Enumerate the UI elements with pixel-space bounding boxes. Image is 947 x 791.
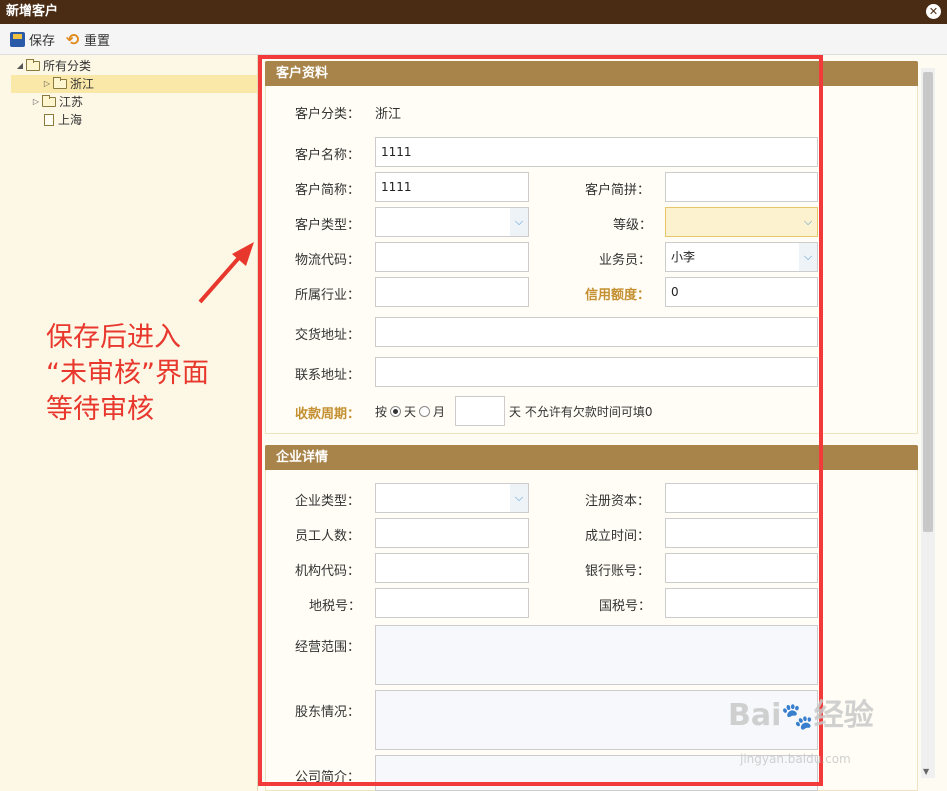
save-button[interactable]: 保存 bbox=[10, 30, 55, 49]
delivery-address-label: 交货地址： bbox=[295, 328, 361, 343]
annotation-text: 保存后进入 “未审核”界面 等待审核 bbox=[46, 320, 209, 428]
short-name-label: 客户简称： bbox=[295, 183, 361, 198]
chevron-down-icon[interactable]: ⌵ bbox=[799, 208, 817, 236]
short-name-input[interactable]: 1111 bbox=[375, 172, 529, 202]
local-tax-label: 地税号： bbox=[309, 599, 362, 614]
chevron-down-icon[interactable]: ⌵ bbox=[510, 208, 528, 236]
level-select[interactable]: ⌵ bbox=[665, 207, 818, 237]
folder-icon bbox=[53, 77, 67, 89]
annotation-line: 等待审核 bbox=[46, 394, 154, 425]
watermark-url: jingyan.baidu.com bbox=[740, 752, 851, 766]
shareholder-label: 股东情况： bbox=[295, 705, 361, 720]
capital-input[interactable] bbox=[665, 483, 818, 513]
annotation-arrow-icon bbox=[198, 242, 254, 304]
period-month-text: 月 bbox=[433, 405, 446, 419]
chevron-down-icon[interactable]: ⌵ bbox=[510, 484, 528, 512]
local-tax-input[interactable] bbox=[375, 588, 529, 618]
salesman-value: 小李 bbox=[671, 250, 696, 264]
baidu-watermark: Bai🐾经验 bbox=[728, 690, 874, 734]
close-icon[interactable]: ✕ bbox=[926, 4, 941, 19]
capital-label: 注册资本： bbox=[585, 494, 651, 509]
refresh-icon: ⟲ bbox=[65, 29, 80, 49]
period-month-radio[interactable] bbox=[419, 406, 431, 417]
staff-label: 员工人数： bbox=[295, 529, 361, 544]
form-scrollbar[interactable]: ▼ bbox=[921, 68, 935, 778]
folder-icon bbox=[26, 59, 40, 71]
scroll-down-icon[interactable]: ▼ bbox=[923, 767, 929, 776]
customer-type-select[interactable]: ⌵ bbox=[375, 207, 529, 237]
tree-item-shanghai[interactable]: 上海 bbox=[0, 111, 257, 129]
delivery-address-input[interactable] bbox=[375, 317, 818, 347]
toolbar: 保存 ⟲ 重置 bbox=[0, 24, 947, 55]
save-label: 保存 bbox=[29, 33, 56, 49]
enterprise-type-select[interactable]: ⌵ bbox=[375, 483, 529, 513]
period-hint: 天 不允许有欠款时间可填0 bbox=[509, 405, 653, 419]
salesman-select[interactable]: 小李 ⌵ bbox=[665, 242, 818, 272]
form-panel: 客户资料 客户分类： 浙江 客户名称： 1111 客户简称： 1111 客户简拼… bbox=[259, 55, 947, 791]
window-titlebar: 新增客户 ✕ bbox=[0, 0, 947, 24]
enterprise-section-title: 企业详情 bbox=[265, 445, 918, 470]
contact-address-label: 联系地址： bbox=[295, 368, 361, 383]
name-label: 客户名称： bbox=[295, 148, 361, 163]
collapse-icon[interactable]: ◢ bbox=[14, 57, 26, 75]
org-code-label: 机构代码： bbox=[295, 564, 361, 579]
scroll-thumb[interactable] bbox=[923, 72, 933, 532]
period-input[interactable] bbox=[455, 396, 505, 426]
bank-account-label: 银行账号： bbox=[585, 564, 651, 579]
org-code-input[interactable] bbox=[375, 553, 529, 583]
staff-input[interactable] bbox=[375, 518, 529, 548]
reset-button[interactable]: ⟲ 重置 bbox=[65, 30, 110, 49]
annotation-line: “未审核”界面 bbox=[46, 358, 209, 389]
scope-label: 经营范围： bbox=[295, 640, 361, 655]
tree-item-label: 浙江 bbox=[70, 77, 95, 91]
founded-input[interactable] bbox=[665, 518, 818, 548]
type-label: 客户类型： bbox=[295, 218, 361, 233]
period-day-radio[interactable] bbox=[390, 406, 402, 417]
tree-item-zhejiang[interactable]: ▷ 浙江 bbox=[11, 75, 257, 93]
period-options: 按天月 bbox=[375, 403, 445, 420]
period-label: 收款周期： bbox=[295, 407, 361, 422]
paw-icon: 🐾 bbox=[781, 702, 814, 732]
pinyin-input[interactable] bbox=[665, 172, 818, 202]
scope-textarea[interactable] bbox=[375, 625, 818, 685]
name-input[interactable]: 1111 bbox=[375, 137, 818, 167]
industry-label: 所属行业： bbox=[295, 288, 361, 303]
industry-input[interactable] bbox=[375, 277, 529, 307]
logistics-label: 物流代码： bbox=[295, 253, 361, 268]
logistics-input[interactable] bbox=[375, 242, 529, 272]
period-by-text: 按 bbox=[375, 405, 388, 419]
expand-icon[interactable]: ▷ bbox=[30, 93, 42, 111]
category-label: 客户分类： bbox=[295, 107, 361, 122]
save-icon bbox=[10, 31, 25, 47]
founded-label: 成立时间： bbox=[585, 529, 651, 544]
reset-label: 重置 bbox=[84, 33, 111, 49]
category-value: 浙江 bbox=[375, 107, 402, 122]
document-icon bbox=[44, 114, 54, 126]
enterprise-type-label: 企业类型： bbox=[295, 494, 361, 509]
pinyin-label: 客户简拼： bbox=[585, 183, 651, 198]
national-tax-input[interactable] bbox=[665, 588, 818, 618]
bank-account-input[interactable] bbox=[665, 553, 818, 583]
tree-item-label: 江苏 bbox=[59, 95, 84, 109]
customer-section-title: 客户资料 bbox=[265, 61, 918, 86]
level-label: 等级： bbox=[613, 218, 653, 233]
watermark-brand2: 经验 bbox=[813, 698, 874, 733]
tree-item-jiangsu[interactable]: ▷ 江苏 bbox=[0, 93, 257, 111]
watermark-brand: Bai bbox=[728, 698, 782, 733]
national-tax-label: 国税号： bbox=[599, 599, 652, 614]
contact-address-input[interactable] bbox=[375, 357, 818, 387]
salesman-label: 业务员： bbox=[599, 253, 652, 268]
credit-label: 信用额度： bbox=[585, 288, 651, 303]
chevron-down-icon[interactable]: ⌵ bbox=[799, 243, 817, 271]
tree-root[interactable]: ◢ 所有分类 bbox=[0, 57, 257, 75]
intro-label: 公司简介： bbox=[295, 770, 361, 785]
tree-root-label: 所有分类 bbox=[43, 59, 92, 73]
period-day-text: 天 bbox=[404, 405, 417, 419]
expand-icon[interactable]: ▷ bbox=[41, 75, 53, 93]
tree-item-label: 上海 bbox=[58, 113, 83, 127]
credit-input[interactable]: 0 bbox=[665, 277, 818, 307]
window-title: 新增客户 bbox=[6, 4, 59, 19]
folder-icon bbox=[42, 95, 56, 107]
annotation-line: 保存后进入 bbox=[46, 322, 181, 353]
